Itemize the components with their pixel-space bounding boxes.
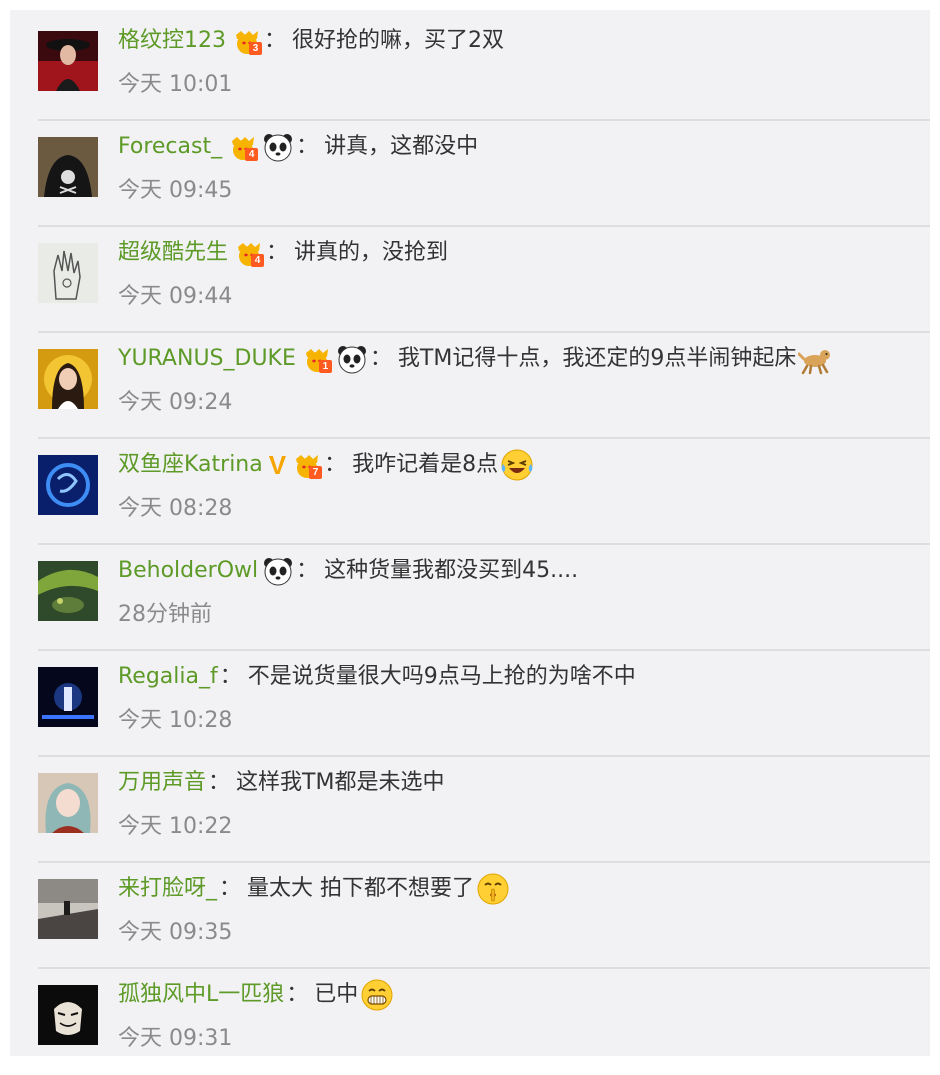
badge-level: 4 bbox=[245, 148, 259, 161]
divider bbox=[38, 755, 930, 757]
timestamp: 28分钟前 bbox=[118, 602, 212, 627]
avatar[interactable] bbox=[38, 773, 98, 833]
comment-line: Forecast_ 4 ： 讲真，这都没中 bbox=[118, 130, 930, 164]
separator: ： bbox=[208, 770, 231, 795]
avatar[interactable] bbox=[38, 667, 98, 727]
comment-text: 量太大 拍下都不想要了 bbox=[247, 876, 475, 901]
verified-v-icon: V bbox=[268, 450, 287, 480]
username-link[interactable]: 孤独风中L一匹狼 bbox=[118, 978, 284, 1012]
username-link[interactable]: 格纹控123 bbox=[118, 24, 226, 58]
comment-item: 孤独风中L一匹狼 ： 已中 今天 09:31 bbox=[38, 970, 930, 1075]
separator: ： bbox=[264, 28, 287, 53]
comment-text: 讲真的，没抢到 bbox=[294, 240, 449, 265]
fan-badge-icon: 7 bbox=[292, 450, 323, 480]
timestamp: 今天 08:28 bbox=[118, 496, 233, 521]
comment-item: 超级酷先生 4 ： 讲真的，没抢到 今天 09:44 bbox=[38, 228, 930, 333]
fan-badge-icon: 3 bbox=[232, 26, 262, 56]
username-link[interactable]: 双鱼座Katrina bbox=[118, 448, 263, 482]
divider bbox=[38, 225, 930, 227]
separator: ： bbox=[266, 240, 289, 265]
comment-line: BeholderOwl ： 这种货量我都没买到45.... bbox=[118, 554, 930, 588]
username-link[interactable]: 万用声音 bbox=[118, 766, 206, 800]
laughing-tears-icon bbox=[500, 448, 534, 482]
shush-icon bbox=[476, 872, 510, 906]
divider bbox=[38, 119, 930, 121]
panda-icon bbox=[336, 343, 368, 375]
comment-line: 格纹控123 3 ： 很好抢的嘛，买了2双 bbox=[118, 24, 930, 58]
panda-icon bbox=[262, 555, 294, 587]
divider bbox=[38, 543, 930, 545]
username-link[interactable]: 超级酷先生 bbox=[118, 236, 228, 270]
timestamp: 今天 10:01 bbox=[118, 72, 233, 97]
comment-item: 双鱼座Katrina V 7 ： 我咋记着是8点 今天 08:28 bbox=[38, 440, 930, 545]
comment-list: 格纹控123 3 ： 很好抢的嘛，买了2双 今天 10:01 Forecast_… bbox=[10, 10, 930, 1056]
timestamp: 今天 09:31 bbox=[118, 1026, 233, 1051]
divider bbox=[38, 967, 930, 969]
separator: ： bbox=[296, 134, 319, 159]
comment-text: 我TM记得十点，我还定的9点半闹钟起床 bbox=[397, 346, 797, 371]
comment-item: 万用声音 ： 这样我TM都是未选中 今天 10:22 bbox=[38, 758, 930, 863]
divider bbox=[38, 437, 930, 439]
fan-badge-icon: 4 bbox=[234, 238, 265, 268]
fan-badge-icon: 4 bbox=[228, 132, 259, 162]
timestamp: 今天 09:44 bbox=[118, 284, 233, 309]
comment-item: Forecast_ 4 ： 讲真，这都没中 今天 09:45 bbox=[38, 122, 930, 227]
comment-text: 很好抢的嘛，买了2双 bbox=[292, 28, 505, 53]
timestamp: 今天 09:45 bbox=[118, 178, 233, 203]
comment-line: 来打脸呀_ ： 量太大 拍下都不想要了 bbox=[118, 872, 930, 906]
grin-icon bbox=[360, 978, 394, 1012]
badge-level: 3 bbox=[249, 42, 262, 55]
comment-item: Regalia_f ： 不是说货量很大吗9点马上抢的为啥不中 今天 10:28 bbox=[38, 652, 930, 757]
dog-running-icon bbox=[797, 342, 832, 376]
comment-text: 我咋记着是8点 bbox=[352, 452, 499, 477]
comment-item: 来打脸呀_ ： 量太大 拍下都不想要了 今天 09:35 bbox=[38, 864, 930, 969]
divider bbox=[38, 861, 930, 863]
separator: ： bbox=[324, 452, 347, 477]
timestamp: 今天 09:24 bbox=[118, 390, 233, 415]
timestamp: 今天 10:28 bbox=[118, 708, 233, 733]
comment-line: Regalia_f ： 不是说货量很大吗9点马上抢的为啥不中 bbox=[118, 660, 930, 694]
comment-item: BeholderOwl ： 这种货量我都没买到45.... 28分钟前 bbox=[38, 546, 930, 651]
comment-text: 不是说货量很大吗9点马上抢的为啥不中 bbox=[247, 664, 636, 689]
comment-line: 万用声音 ： 这样我TM都是未选中 bbox=[118, 766, 930, 800]
comment-text: 讲真，这都没中 bbox=[324, 134, 479, 159]
timestamp: 今天 10:22 bbox=[118, 814, 233, 839]
username-link[interactable]: YURANUS_DUKE bbox=[118, 342, 296, 376]
comment-item: YURANUS_DUKE 1 ： 我TM记得十点，我还定的9点半闹钟起床 今天 … bbox=[38, 334, 930, 439]
separator: ： bbox=[219, 876, 242, 901]
separator: ： bbox=[286, 982, 309, 1007]
username-link[interactable]: BeholderOwl bbox=[118, 554, 258, 588]
username-link[interactable]: 来打脸呀_ bbox=[118, 872, 217, 906]
comment-line: 孤独风中L一匹狼 ： 已中 bbox=[118, 978, 930, 1012]
panda-icon bbox=[262, 131, 294, 163]
username-link[interactable]: Regalia_f bbox=[118, 660, 218, 694]
avatar[interactable] bbox=[38, 455, 98, 515]
badge-level: 4 bbox=[251, 254, 265, 267]
fan-badge-icon: 1 bbox=[302, 344, 332, 374]
username-link[interactable]: Forecast_ bbox=[118, 130, 222, 164]
avatar[interactable] bbox=[38, 243, 98, 303]
comment-line: 双鱼座Katrina V 7 ： 我咋记着是8点 bbox=[118, 448, 930, 482]
avatar[interactable] bbox=[38, 985, 98, 1045]
timestamp: 今天 09:35 bbox=[118, 920, 233, 945]
avatar[interactable] bbox=[38, 879, 98, 939]
badge-level: 1 bbox=[318, 360, 332, 373]
avatar[interactable] bbox=[38, 31, 98, 91]
comment-line: YURANUS_DUKE 1 ： 我TM记得十点，我还定的9点半闹钟起床 bbox=[118, 342, 930, 376]
comment-text: 已中 bbox=[314, 982, 359, 1007]
divider bbox=[38, 331, 930, 333]
badge-level: 7 bbox=[309, 466, 323, 479]
avatar[interactable] bbox=[38, 349, 98, 409]
comment-line: 超级酷先生 4 ： 讲真的，没抢到 bbox=[118, 236, 930, 270]
comment-text: 这种货量我都没买到45.... bbox=[324, 558, 579, 583]
separator: ： bbox=[369, 346, 392, 371]
comment-item: 格纹控123 3 ： 很好抢的嘛，买了2双 今天 10:01 bbox=[38, 16, 930, 121]
divider bbox=[38, 649, 930, 651]
separator: ： bbox=[219, 664, 242, 689]
comment-text: 这样我TM都是未选中 bbox=[236, 770, 445, 795]
separator: ： bbox=[296, 558, 319, 583]
avatar[interactable] bbox=[38, 137, 98, 197]
avatar[interactable] bbox=[38, 561, 98, 621]
